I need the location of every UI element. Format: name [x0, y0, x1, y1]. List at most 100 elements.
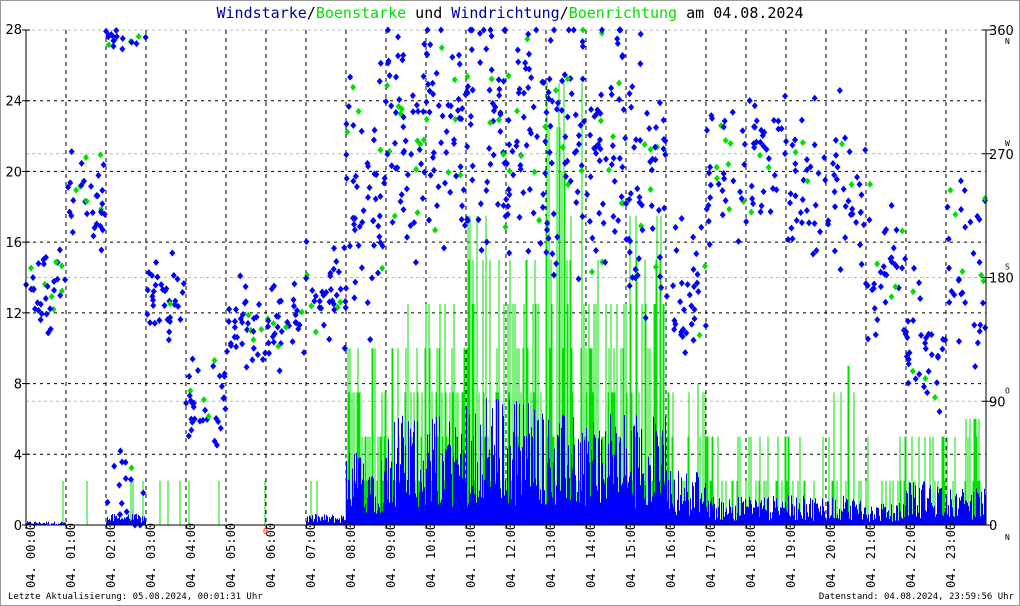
wind-direction-point [290, 296, 297, 304]
wind-direction-point [430, 166, 437, 174]
wind-direction-point [799, 196, 806, 204]
wind-direction-point [753, 117, 760, 125]
right-tick-label: 90 [989, 395, 1006, 410]
wind-direction-point [629, 83, 636, 91]
x-tick-label: 04. 12:00 [504, 523, 518, 588]
wind-direction-point [514, 46, 521, 54]
wind-direction-point [958, 206, 965, 214]
wind-direction-point [830, 159, 837, 167]
wind-direction-point [379, 264, 386, 272]
wind-direction-point [506, 141, 513, 149]
wind-direction-point [276, 367, 283, 375]
wind-direction-point [451, 136, 458, 144]
wind-direction-point [522, 59, 529, 67]
wind-direction-point [99, 200, 106, 208]
wind-direction-point [122, 475, 129, 483]
wind-direction-point [342, 304, 349, 312]
wind-direction-point [765, 155, 772, 163]
wind-direction-point [588, 268, 595, 276]
wind-direction-point [573, 199, 580, 207]
wind-direction-point [693, 250, 700, 258]
wind-direction-point [365, 193, 372, 201]
wind-direction-point [389, 218, 396, 226]
gust-direction-point [133, 40, 140, 48]
wind-direction-point [455, 51, 462, 59]
gust-direction-point [946, 298, 953, 306]
wind-direction-point [395, 33, 402, 41]
gust-direction-point [543, 108, 550, 116]
wind-direction-point [111, 462, 118, 470]
wind-direction-point [116, 511, 123, 519]
wind-direction-point [608, 90, 615, 98]
wind-direction-point [587, 173, 594, 181]
wind-direction-point [270, 338, 277, 346]
wind-direction-point [326, 335, 333, 343]
wind-direction-point [388, 102, 395, 110]
wind-direction-point [495, 116, 502, 124]
gust-direction-point [418, 160, 425, 168]
wind-direction-point [626, 248, 633, 256]
wind-direction-point [540, 190, 547, 198]
wind-direction-point [232, 305, 239, 313]
compass-label: W [1005, 139, 1010, 148]
wind-direction-point [750, 200, 757, 208]
wind-direction-point [441, 244, 448, 252]
wind-direction-point [916, 279, 923, 287]
wind-direction-point [29, 273, 36, 281]
wind-direction-point [743, 218, 750, 226]
wind-direction-point [848, 181, 855, 189]
wind-direction-point [533, 26, 540, 34]
wind-direction-point [526, 50, 533, 58]
wind-direction-point [588, 106, 595, 114]
wind-direction-point [350, 121, 357, 129]
wind-direction-point [568, 90, 575, 98]
right-tick-label: 360 [989, 24, 1014, 39]
wind-direction-point [803, 207, 810, 215]
wind-direction-point [681, 306, 688, 314]
wind-direction-point [748, 182, 755, 190]
wind-direction-point [611, 227, 618, 235]
wind-direction-point [525, 30, 532, 38]
gust-direction-point [140, 489, 147, 497]
wind-direction-point [433, 202, 440, 210]
wind-direction-point [646, 125, 653, 133]
wind-direction-point [303, 238, 310, 246]
wind-direction-point [400, 123, 407, 131]
wind-direction-point [344, 128, 351, 136]
wind-direction-point [502, 223, 509, 231]
wind-direction-point [910, 317, 917, 325]
gust-direction-point [552, 86, 559, 94]
wind-direction-point [457, 171, 464, 179]
wind-direction-point [185, 432, 192, 440]
gust-direction-point [957, 177, 964, 185]
wind-direction-point [320, 321, 327, 329]
wind-direction-point [179, 288, 186, 296]
gust-direction-point [128, 464, 135, 472]
gust-direction-point [345, 102, 352, 110]
gust-direction-point [634, 185, 641, 193]
wind-direction-point [404, 171, 411, 179]
gust-direction-point [376, 233, 383, 241]
wind-direction-point [970, 249, 977, 257]
wind-direction-point [707, 163, 714, 171]
wind-direction-point [760, 188, 767, 196]
gust-direction-point [515, 58, 522, 66]
wind-direction-point [449, 53, 456, 61]
wind-direction-point [254, 351, 261, 359]
wind-direction-point [496, 85, 503, 93]
wind-direction-point [455, 95, 462, 103]
wind-direction-point [119, 45, 126, 53]
gust-direction-point [617, 26, 624, 34]
wind-direction-point [799, 139, 806, 147]
wind-direction-point [386, 72, 393, 80]
wind-direction-point [518, 151, 525, 159]
wind-direction-point [751, 102, 758, 110]
wind-direction-point [370, 241, 377, 249]
wind-direction-point [872, 331, 879, 339]
x-tick-label: 04. 00:00 [24, 523, 38, 588]
wind-direction-point [487, 160, 494, 168]
wind-direction-point [684, 281, 691, 289]
wind-direction-point [840, 185, 847, 193]
gust-direction-point [793, 216, 800, 224]
wind-direction-point [832, 151, 839, 159]
